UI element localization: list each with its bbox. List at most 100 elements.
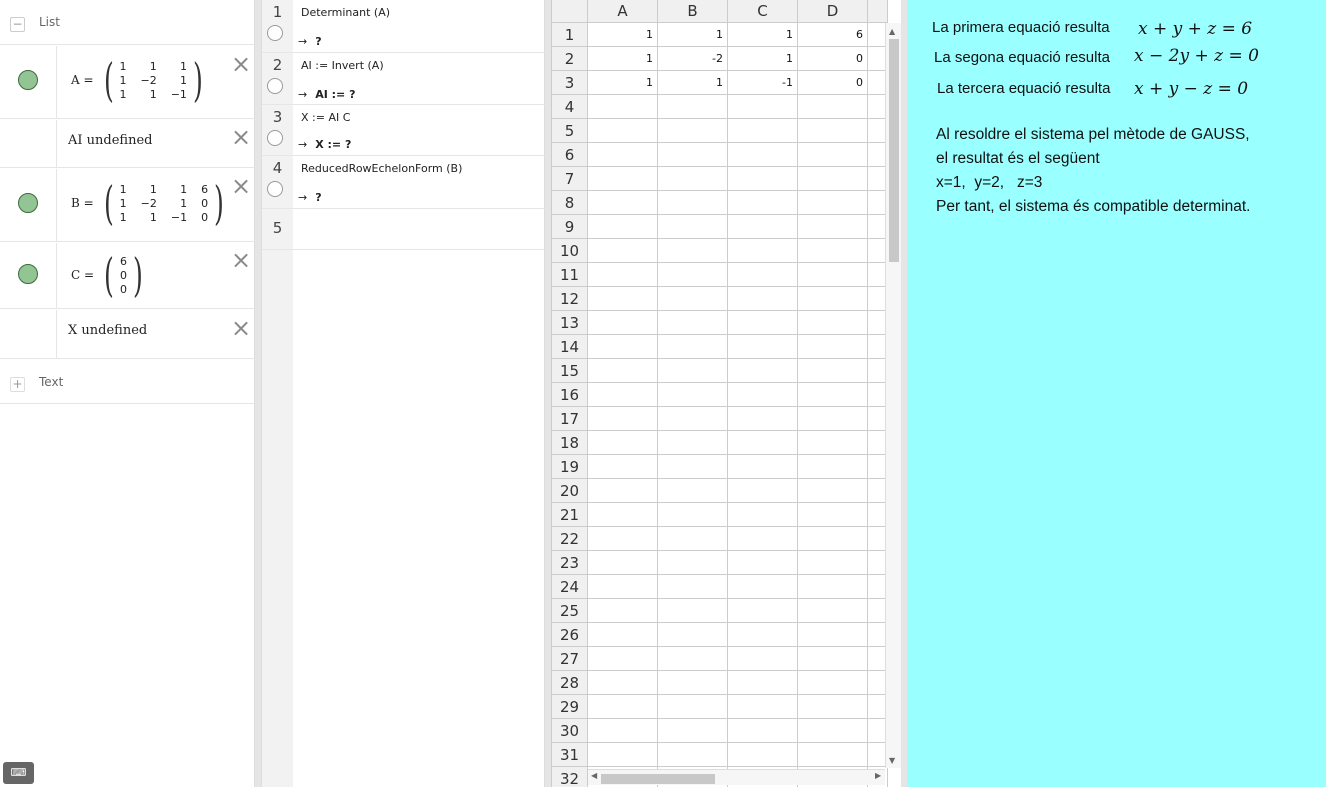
- cas-input[interactable]: Determinant (A): [301, 6, 390, 19]
- column-header-E[interactable]: [868, 0, 888, 23]
- row-header-19[interactable]: 19: [552, 455, 588, 479]
- corner-header[interactable]: [552, 0, 588, 23]
- spreadsheet-cell[interactable]: [728, 623, 798, 647]
- cas-row-5[interactable]: 5: [262, 209, 545, 250]
- spreadsheet-cell[interactable]: [658, 695, 728, 719]
- spreadsheet-cell[interactable]: [728, 551, 798, 575]
- spreadsheet-cell[interactable]: [588, 455, 658, 479]
- spreadsheet-cell[interactable]: [798, 527, 868, 551]
- close-icon[interactable]: ×: [231, 125, 251, 149]
- spreadsheet-cell[interactable]: [658, 119, 728, 143]
- spreadsheet-cell[interactable]: [588, 287, 658, 311]
- spreadsheet-cell[interactable]: [798, 743, 868, 767]
- spreadsheet-cell[interactable]: [728, 431, 798, 455]
- spreadsheet-cell[interactable]: [658, 431, 728, 455]
- spreadsheet-cell[interactable]: [658, 503, 728, 527]
- close-icon[interactable]: ×: [231, 174, 251, 198]
- column-header-B[interactable]: B: [658, 0, 728, 23]
- spreadsheet-cell[interactable]: [588, 527, 658, 551]
- row-header-16[interactable]: 16: [552, 383, 588, 407]
- spreadsheet-cell[interactable]: 1: [588, 71, 658, 95]
- row-header-26[interactable]: 26: [552, 623, 588, 647]
- row-header-20[interactable]: 20: [552, 479, 588, 503]
- algebra-item-B[interactable]: B = ( 1 1 1 6 1 −2 1 0 1 1 −1 0 ) ×: [0, 169, 255, 242]
- spreadsheet-cell[interactable]: [798, 239, 868, 263]
- spreadsheet-cell[interactable]: [728, 407, 798, 431]
- scroll-right-icon[interactable]: ▶: [875, 771, 881, 780]
- spreadsheet-cell[interactable]: [798, 575, 868, 599]
- row-header-4[interactable]: 4: [552, 95, 588, 119]
- spreadsheet-cell[interactable]: [728, 575, 798, 599]
- horizontal-scroll-thumb[interactable]: [601, 774, 715, 784]
- spreadsheet-cell[interactable]: [798, 719, 868, 743]
- spreadsheet-cell[interactable]: [658, 599, 728, 623]
- spreadsheet-cell[interactable]: [588, 431, 658, 455]
- row-header-17[interactable]: 17: [552, 407, 588, 431]
- spreadsheet-cell[interactable]: [798, 287, 868, 311]
- scroll-up-icon[interactable]: ▲: [889, 27, 895, 36]
- row-header-13[interactable]: 13: [552, 311, 588, 335]
- spreadsheet-cell[interactable]: [728, 335, 798, 359]
- spreadsheet-cell[interactable]: [658, 191, 728, 215]
- spreadsheet-cell[interactable]: [728, 191, 798, 215]
- row-header-6[interactable]: 6: [552, 143, 588, 167]
- spreadsheet-cell[interactable]: [658, 335, 728, 359]
- spreadsheet-cell[interactable]: [588, 383, 658, 407]
- spreadsheet-cell[interactable]: 1: [588, 47, 658, 71]
- algebra-item-C[interactable]: C = ( 6 0 0 ) ×: [0, 243, 255, 309]
- spreadsheet-cell[interactable]: [658, 455, 728, 479]
- spreadsheet-cell[interactable]: [658, 167, 728, 191]
- spreadsheet-cell[interactable]: [798, 311, 868, 335]
- spreadsheet-cell[interactable]: [728, 239, 798, 263]
- spreadsheet-cell[interactable]: [658, 383, 728, 407]
- spreadsheet-cell[interactable]: [798, 335, 868, 359]
- spreadsheet-cell[interactable]: [728, 743, 798, 767]
- spreadsheet-cell[interactable]: [588, 143, 658, 167]
- row-header-21[interactable]: 21: [552, 503, 588, 527]
- algebra-item-X[interactable]: X undefined ×: [0, 310, 255, 359]
- column-header-D[interactable]: D: [798, 0, 868, 23]
- row-header-9[interactable]: 9: [552, 215, 588, 239]
- spreadsheet-cell[interactable]: [728, 695, 798, 719]
- spreadsheet-cell[interactable]: 1: [658, 23, 728, 47]
- row-header-31[interactable]: 31: [552, 743, 588, 767]
- row-header-23[interactable]: 23: [552, 551, 588, 575]
- column-header-A[interactable]: A: [588, 0, 658, 23]
- spreadsheet-cell[interactable]: [588, 95, 658, 119]
- cas-row-3[interactable]: 3 X := AI C → X := ?: [262, 105, 545, 156]
- spreadsheet-cell[interactable]: [798, 671, 868, 695]
- spreadsheet-cell[interactable]: [728, 671, 798, 695]
- spreadsheet-cell[interactable]: [658, 647, 728, 671]
- spreadsheet-cell[interactable]: [728, 263, 798, 287]
- vertical-scroll-thumb[interactable]: [889, 39, 899, 262]
- spreadsheet-cell[interactable]: [658, 719, 728, 743]
- spreadsheet-cell[interactable]: [658, 359, 728, 383]
- spreadsheet-cell[interactable]: [588, 623, 658, 647]
- spreadsheet-cell[interactable]: [658, 623, 728, 647]
- graphics-view[interactable]: La primera equació resulta x + y + z = 6…: [907, 0, 1326, 787]
- row-header-30[interactable]: 30: [552, 719, 588, 743]
- spreadsheet-cell[interactable]: [658, 239, 728, 263]
- row-header-11[interactable]: 11: [552, 263, 588, 287]
- row-header-5[interactable]: 5: [552, 119, 588, 143]
- cas-input[interactable]: AI := Invert (A): [301, 59, 384, 72]
- close-icon[interactable]: ×: [231, 52, 251, 76]
- row-header-15[interactable]: 15: [552, 359, 588, 383]
- vertical-scrollbar[interactable]: ▲ ▼: [885, 23, 901, 768]
- visibility-toggle-icon[interactable]: [18, 193, 38, 213]
- row-header-25[interactable]: 25: [552, 599, 588, 623]
- spreadsheet-cell[interactable]: [728, 599, 798, 623]
- visibility-toggle-icon[interactable]: [18, 70, 38, 90]
- spreadsheet-cell[interactable]: [728, 455, 798, 479]
- spreadsheet-cell[interactable]: -2: [658, 47, 728, 71]
- spreadsheet-cell[interactable]: [588, 239, 658, 263]
- cas-input[interactable]: ReducedRowEchelonForm (B): [301, 162, 462, 175]
- row-header-22[interactable]: 22: [552, 527, 588, 551]
- spreadsheet-cell[interactable]: [658, 287, 728, 311]
- spreadsheet-cell[interactable]: [798, 551, 868, 575]
- spreadsheet-cell[interactable]: [588, 479, 658, 503]
- row-header-2[interactable]: 2: [552, 47, 588, 71]
- spreadsheet-cell[interactable]: [798, 167, 868, 191]
- spreadsheet-cell[interactable]: [658, 215, 728, 239]
- spreadsheet-cell[interactable]: [588, 503, 658, 527]
